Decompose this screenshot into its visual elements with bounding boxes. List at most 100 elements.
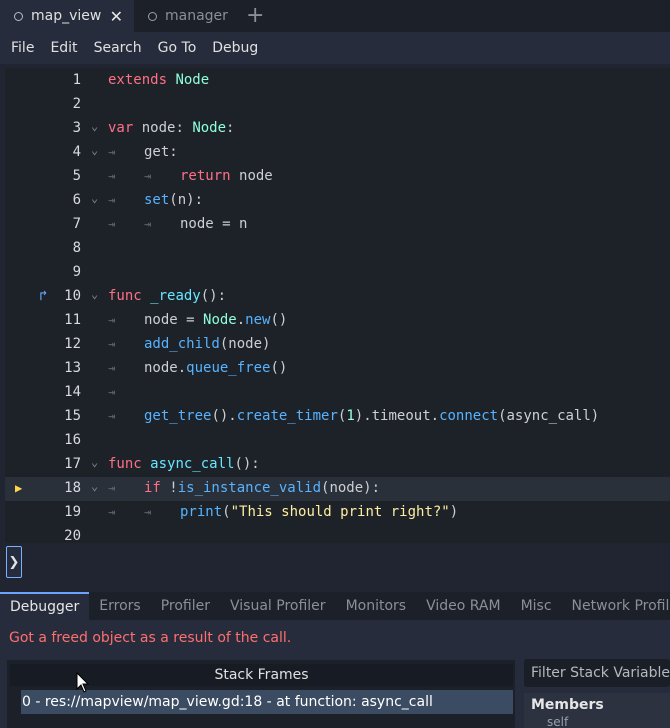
code-line: 9	[5, 261, 670, 285]
menu-edit[interactable]: Edit	[50, 40, 77, 56]
line-number: 6	[72, 192, 81, 208]
line-number: 20	[64, 528, 81, 543]
line-number: 9	[72, 264, 81, 280]
error-message: Got a freed object as a result of the ca…	[9, 630, 292, 646]
code-line: ↱ 10 ⌄ func _ready():	[5, 285, 670, 309]
code-line: 3 ⌄ var node: Node:	[5, 117, 670, 141]
code-line: 16	[5, 429, 670, 453]
line-number: 8	[72, 240, 81, 256]
code-token: :	[226, 120, 235, 136]
indent-tab-icon: ⇥	[108, 481, 116, 495]
code-token: get_tree	[144, 408, 212, 424]
code-token: Node	[203, 312, 237, 328]
chevron-down-icon[interactable]: ⌄	[91, 191, 98, 205]
line-number: 5	[72, 168, 81, 184]
code-token: .	[236, 312, 246, 328]
code-line: 15 ⇥ get_tree().create_timer(1).timeout.…	[5, 405, 670, 429]
code-token: extends	[108, 72, 168, 88]
code-token: return	[180, 168, 231, 184]
code-token: create_timer	[236, 408, 338, 424]
members-section[interactable]: Members self	[524, 693, 670, 728]
script-tab-bar: map_view ✕ manager +	[0, 0, 670, 32]
tab-misc[interactable]: Misc	[511, 592, 562, 620]
code-token: ).timeout.	[354, 408, 440, 424]
indent-tab-icon: ⇥	[108, 145, 116, 159]
line-number: 2	[72, 96, 81, 112]
code-token: ().	[211, 408, 237, 424]
code-token: node.	[144, 360, 187, 376]
line-number: 14	[64, 384, 81, 400]
code-line: 7 ⇥ ⇥ node = n	[5, 213, 670, 237]
tab-profiler[interactable]: Profiler	[151, 592, 220, 620]
line-number: 10	[64, 288, 81, 304]
code-token: _ready	[150, 288, 201, 304]
code-line: 8	[5, 237, 670, 261]
code-token: node:	[141, 120, 184, 136]
code-line-current: ▶ 18 ⌄ ⇥ if !is_instance_valid(node):	[5, 477, 670, 501]
code-token: (node):	[321, 480, 381, 496]
indent-tab-icon: ⇥	[108, 505, 116, 519]
code-token: node =	[144, 312, 204, 328]
tab-errors[interactable]: Errors	[89, 592, 150, 620]
indent-tab-icon: ⇥	[108, 193, 116, 207]
chevron-down-icon[interactable]: ⌄	[91, 455, 98, 469]
close-icon[interactable]: ✕	[110, 7, 123, 26]
circle-icon	[14, 11, 23, 21]
tab-debugger[interactable]: Debugger	[0, 592, 90, 620]
code-line: 11 ⇥ node = Node.new()	[5, 309, 670, 333]
tab-label: map_view	[31, 8, 102, 24]
indent-tab-icon: ⇥	[144, 217, 152, 231]
code-token: "This should print right?"	[230, 504, 450, 520]
code-token: new	[245, 312, 271, 328]
tab-monitors[interactable]: Monitors	[336, 592, 417, 620]
members-label: Members	[531, 697, 604, 713]
indent-tab-icon: ⇥	[108, 385, 116, 399]
code-token: connect	[439, 408, 499, 424]
indent-tab-icon: ⇥	[108, 217, 116, 231]
code-token: )	[449, 504, 459, 520]
menu-file[interactable]: File	[11, 40, 34, 56]
tab-video-ram[interactable]: Video RAM	[416, 592, 511, 620]
chevron-right-icon[interactable]: ❯	[6, 546, 22, 578]
code-line: 4 ⌄ ⇥ get:	[5, 141, 670, 165]
mouse-cursor-icon	[76, 671, 90, 693]
tab-visual-profiler[interactable]: Visual Profiler	[220, 592, 336, 620]
menu-bar: File Edit Search Go To Debug	[0, 32, 670, 64]
code-editor[interactable]: 1 extends Node 2 3 ⌄ var node: Node: 4 ⌄…	[5, 68, 670, 543]
tab-map-view[interactable]: map_view ✕	[0, 0, 134, 32]
code-token: func	[108, 288, 142, 304]
tab-manager[interactable]: manager	[138, 0, 248, 32]
line-number: 12	[64, 336, 81, 352]
code-token: is_instance_valid	[177, 480, 322, 496]
stack-frame-row[interactable]: 0 - res://mapview/map_view.gd:18 - at fu…	[21, 690, 513, 714]
menu-debug[interactable]: Debug	[212, 40, 258, 56]
line-number: 3	[72, 120, 81, 136]
code-token: Node	[192, 120, 227, 136]
code-token: ():	[234, 456, 260, 472]
chevron-down-icon[interactable]: ⌄	[91, 119, 98, 133]
code-token: if	[144, 480, 161, 496]
members-item[interactable]: self	[547, 715, 670, 728]
code-token: func	[108, 456, 142, 472]
indent-tab-icon: ⇥	[108, 313, 116, 327]
code-token: !	[160, 480, 178, 496]
debugger-tab-bar: Debugger Errors Profiler Visual Profiler…	[0, 592, 670, 620]
line-number: 18	[64, 480, 81, 496]
code-line: 13 ⇥ node.queue_free()	[5, 357, 670, 381]
code-token: node	[239, 168, 273, 184]
filter-stack-variables-input[interactable]: Filter Stack Variables	[524, 659, 670, 687]
indent-tab-icon: ⇥	[108, 409, 116, 423]
line-number: 16	[64, 432, 81, 448]
chevron-down-icon[interactable]: ⌄	[91, 287, 98, 301]
menu-goto[interactable]: Go To	[158, 40, 197, 56]
code-line: 1 extends Node	[5, 69, 670, 93]
tab-network-profiler[interactable]: Network Profil	[562, 592, 670, 620]
indent-tab-icon: ⇥	[108, 361, 116, 375]
chevron-down-icon[interactable]: ⌄	[91, 479, 98, 493]
code-line: 2	[5, 93, 670, 117]
plus-icon[interactable]: +	[246, 3, 264, 28]
code-line: 14 ⇥	[5, 381, 670, 405]
chevron-down-icon[interactable]: ⌄	[91, 143, 98, 157]
debugger-panel: Got a freed object as a result of the ca…	[0, 620, 670, 728]
menu-search[interactable]: Search	[94, 40, 142, 56]
